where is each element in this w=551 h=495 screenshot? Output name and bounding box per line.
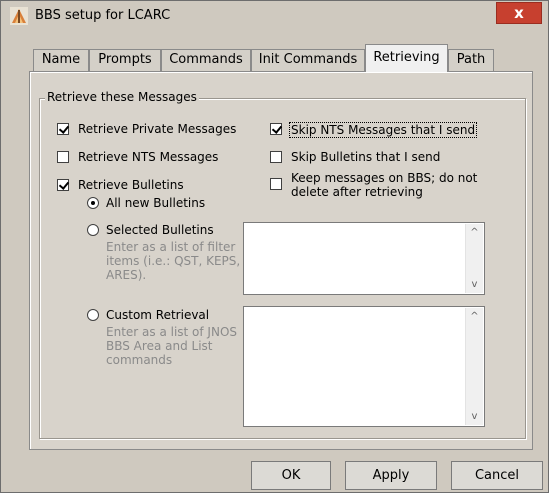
tab-commands[interactable]: Commands — [161, 49, 251, 71]
tab-path[interactable]: Path — [448, 49, 494, 71]
retrieve-private-checkbox[interactable]: Retrieve Private Messages — [57, 122, 236, 136]
retrieve-bulletins-label: Retrieve Bulletins — [78, 178, 184, 192]
title-bar[interactable]: BBS setup for LCARC x — [1, 1, 548, 31]
scroll-down-icon[interactable]: v — [466, 408, 483, 425]
skip-nts-checkbox[interactable]: Skip NTS Messages that I send — [270, 122, 478, 138]
selected-bulletins-label: Selected Bulletins — [106, 223, 214, 237]
keep-messages-label: Keep messages on BBS; do not delete afte… — [291, 171, 477, 199]
retrieve-nts-checkbox[interactable]: Retrieve NTS Messages — [57, 150, 218, 164]
dialog-window: BBS setup for LCARC x Name Prompts Comma… — [0, 0, 549, 493]
tab-name[interactable]: Name — [33, 49, 89, 71]
custom-hint-line3: commands — [106, 353, 173, 367]
selected-bulletins-scrollbar[interactable]: ^ v — [465, 224, 483, 293]
custom-hint-line2: BBS Area and List — [106, 339, 213, 353]
custom-retrieval-scrollbar[interactable]: ^ v — [465, 308, 483, 425]
radio-unselected[interactable] — [87, 224, 99, 236]
apply-button[interactable]: Apply — [345, 461, 437, 490]
custom-retrieval-label: Custom Retrieval — [106, 308, 210, 322]
keep-messages-label-line1: Keep messages on BBS; do not — [291, 171, 478, 185]
scroll-up-icon[interactable]: ^ — [466, 308, 483, 325]
skip-bulletins-checkbox[interactable]: Skip Bulletins that I send — [270, 150, 440, 164]
scroll-up-icon[interactable]: ^ — [466, 224, 483, 241]
window-title: BBS setup for LCARC — [35, 8, 171, 23]
app-icon — [10, 7, 28, 25]
checkbox-unchecked[interactable] — [270, 151, 282, 163]
ok-button[interactable]: OK — [251, 461, 331, 490]
all-new-bulletins-label: All new Bulletins — [106, 196, 206, 210]
scroll-down-icon[interactable]: v — [466, 276, 483, 293]
custom-retrieval-hint: Enter as a list of JNOS BBS Area and Lis… — [106, 325, 237, 367]
all-new-bulletins-radio[interactable]: All new Bulletins — [87, 196, 205, 210]
close-button[interactable]: x — [496, 2, 542, 24]
radio-selected[interactable] — [87, 197, 99, 209]
checkbox-checked[interactable] — [57, 179, 69, 191]
selected-bulletins-radio[interactable]: Selected Bulletins — [87, 223, 214, 237]
skip-bulletins-label: Skip Bulletins that I send — [291, 150, 441, 164]
tab-prompts[interactable]: Prompts — [89, 49, 161, 71]
checkbox-unchecked[interactable] — [270, 178, 282, 190]
custom-retrieval-textarea[interactable]: ^ v — [243, 306, 485, 427]
selected-hint-line1: Enter as a list of filter — [106, 240, 236, 254]
groupbox-title: Retrieve these Messages — [45, 90, 199, 104]
radio-unselected[interactable] — [87, 309, 99, 321]
custom-hint-line1: Enter as a list of JNOS — [106, 325, 238, 339]
cancel-button[interactable]: Cancel — [451, 461, 543, 490]
retrieve-private-label: Retrieve Private Messages — [78, 122, 237, 136]
selected-bulletins-hint: Enter as a list of filter items (i.e.: Q… — [106, 240, 240, 282]
tab-init-commands[interactable]: Init Commands — [251, 49, 365, 71]
selected-hint-line2: items (i.e.: QST, KEPS, — [106, 254, 241, 268]
checkbox-checked[interactable] — [57, 123, 69, 135]
selected-bulletins-textarea[interactable]: ^ v — [243, 222, 485, 295]
checkbox-checked[interactable] — [270, 123, 282, 135]
retrieve-bulletins-checkbox[interactable]: Retrieve Bulletins — [57, 178, 184, 192]
custom-retrieval-radio[interactable]: Custom Retrieval — [87, 308, 209, 322]
retrieve-nts-label: Retrieve NTS Messages — [78, 150, 219, 164]
keep-messages-label-line2: delete after retrieving — [291, 185, 423, 199]
checkbox-unchecked[interactable] — [57, 151, 69, 163]
tab-retrieving[interactable]: Retrieving — [365, 44, 448, 72]
selected-hint-line3: ARES). — [106, 268, 147, 282]
close-icon: x — [514, 4, 524, 22]
skip-nts-label: Skip NTS Messages that I send — [289, 122, 478, 138]
keep-messages-checkbox[interactable]: Keep messages on BBS; do not delete afte… — [270, 171, 477, 199]
